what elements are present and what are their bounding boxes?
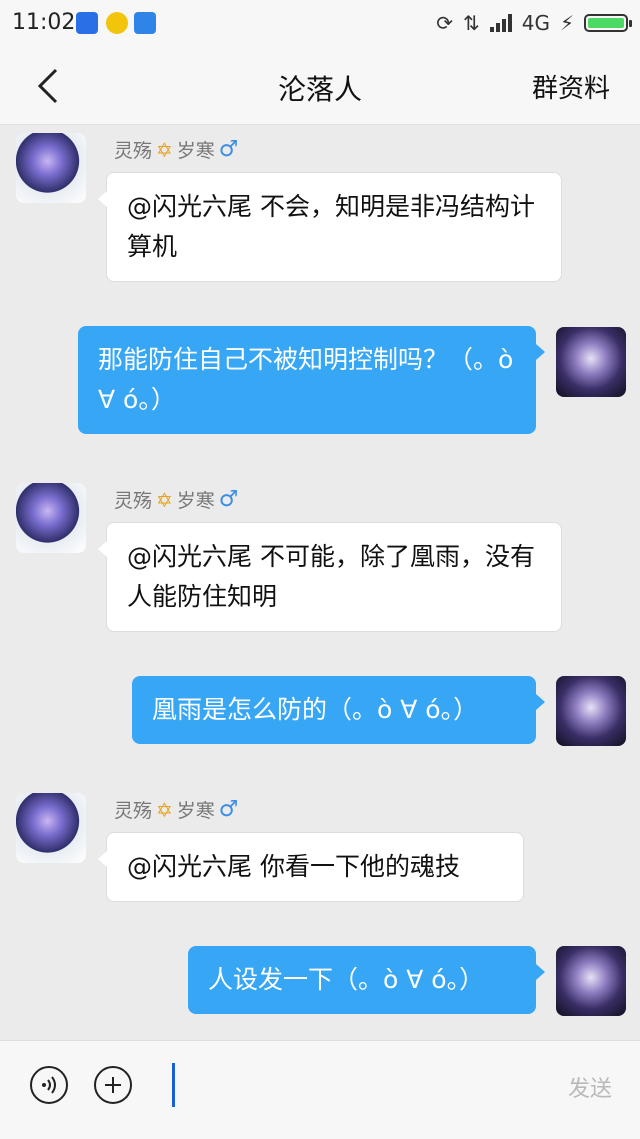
outgoing-message-bubble[interactable]: 那能防住自己不被知明控制吗？（。ò ∀ ó。）	[78, 326, 545, 434]
sender-name: 灵殇 ✡ 岁寒 ♂	[114, 137, 239, 162]
battery-icon	[584, 14, 632, 32]
group-info-button[interactable]: 群资料	[532, 68, 610, 105]
message-input-bar: 发送	[0, 1040, 640, 1139]
male-icon: ♂	[218, 797, 239, 822]
baidu-app-icon	[76, 12, 98, 34]
network-type: 4G	[521, 11, 550, 35]
music-app-icon	[106, 12, 128, 34]
male-icon: ♂	[218, 137, 239, 162]
status-icons: ⟳ ⇅ 4G ⚡	[436, 8, 632, 38]
star-of-david-icon: ✡	[156, 137, 173, 162]
avatar[interactable]	[16, 483, 86, 553]
add-button[interactable]	[94, 1066, 132, 1104]
male-icon: ♂	[218, 487, 239, 512]
chat-header: 沦落人 群资料	[0, 48, 640, 125]
incoming-message-bubble[interactable]: @闪光六尾 你看一下他的魂技	[98, 832, 524, 902]
voice-icon	[42, 1076, 56, 1094]
star-of-david-icon: ✡	[156, 487, 173, 512]
star-of-david-icon: ✡	[156, 797, 173, 822]
avatar[interactable]	[16, 793, 86, 863]
outgoing-message-bubble[interactable]: 凰雨是怎么防的（。ò ∀ ó。）	[132, 676, 545, 744]
send-button[interactable]: 发送	[568, 1071, 612, 1103]
charging-icon: ⚡	[559, 11, 574, 35]
message-input[interactable]	[172, 1063, 175, 1107]
incoming-message-bubble[interactable]: @闪光六尾 不可能，除了凰雨，没有人能防住知明	[98, 522, 562, 632]
sync-icon: ⟳	[436, 11, 453, 35]
sender-name: 灵殇 ✡ 岁寒 ♂	[114, 487, 239, 512]
status-bar: 11:02 ⟳ ⇅ 4G ⚡	[0, 0, 640, 48]
status-time: 11:02	[12, 10, 76, 35]
avatar[interactable]	[16, 133, 86, 203]
signal-icon	[489, 14, 512, 32]
voice-button[interactable]	[30, 1066, 68, 1104]
plus-icon	[105, 1077, 121, 1093]
tieba-app-icon	[134, 12, 156, 34]
outgoing-message-bubble[interactable]: 人设发一下（。ò ∀ ó。）	[188, 946, 545, 1014]
incoming-message-bubble[interactable]: @闪光六尾 不会，知明是非冯结构计算机	[98, 172, 562, 282]
avatar[interactable]	[556, 327, 626, 397]
avatar[interactable]	[556, 676, 626, 746]
data-transfer-icon: ⇅	[462, 11, 480, 35]
avatar[interactable]	[556, 946, 626, 1016]
sender-name: 灵殇 ✡ 岁寒 ♂	[114, 797, 239, 822]
